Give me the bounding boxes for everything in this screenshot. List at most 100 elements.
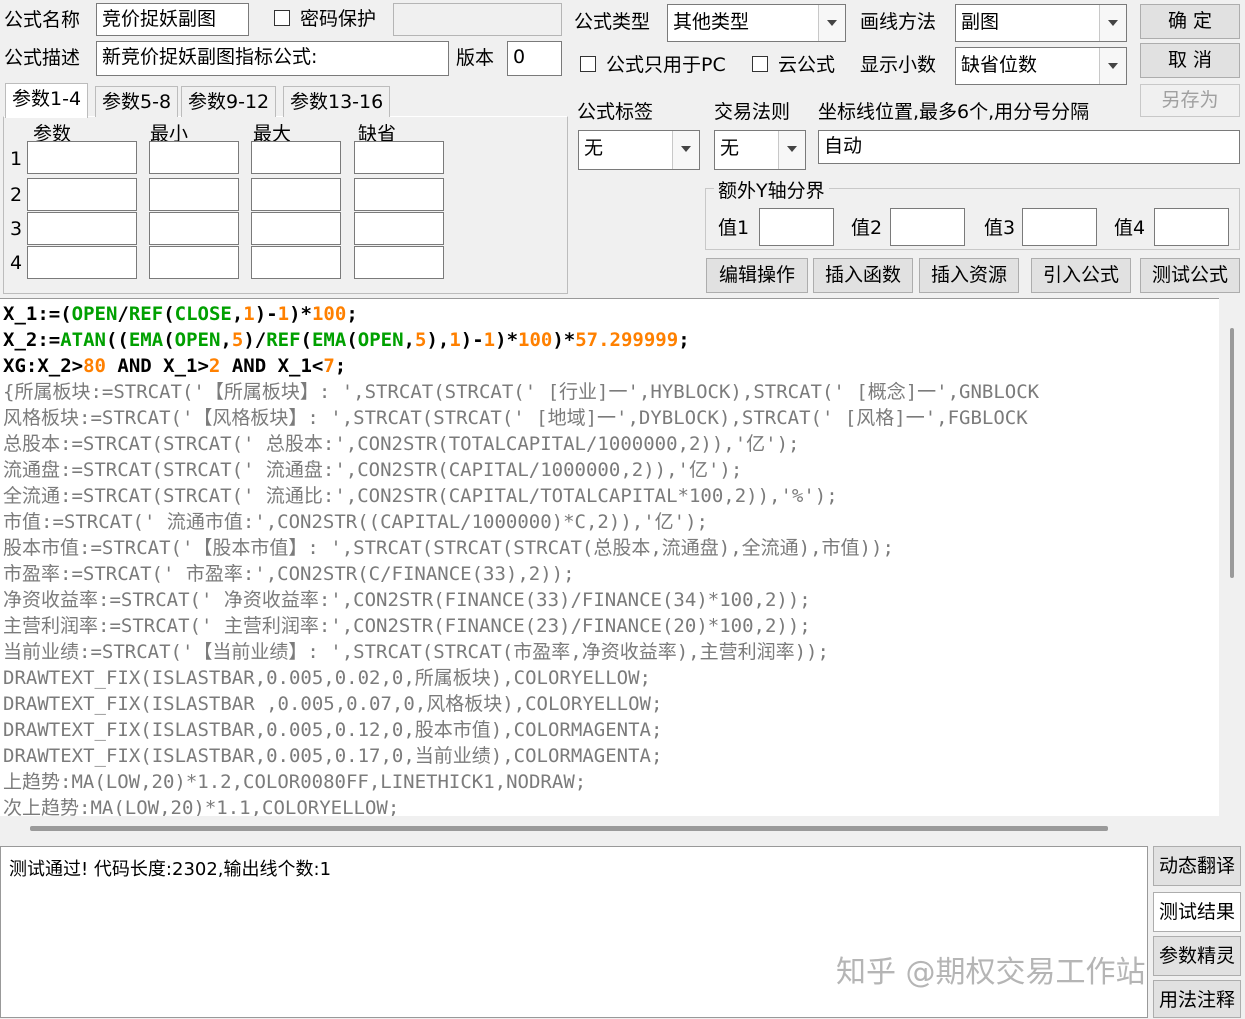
tab-params-1-4[interactable]: 参数1-4 [5,83,89,118]
ok-button[interactable]: 确 定 [1140,4,1240,39]
param1-default-input[interactable] [354,141,444,174]
code-line: 总股本:=STRCAT(STRCAT(' 总股本:',CON2STR(TOTAL… [3,433,800,455]
yaxis-value3-label: 值3 [984,217,1016,239]
param2-name-input[interactable] [27,178,137,211]
param4-default-input[interactable] [354,246,444,279]
decimals-label: 显示小数 [860,54,937,76]
param4-name-input[interactable] [27,246,137,279]
decimals-select[interactable]: 缺省位数 [955,47,1127,85]
cloud-label: 云公式 [778,54,836,76]
test-formula-button[interactable]: 测试公式 [1140,258,1240,293]
vertical-scroll-thumb[interactable] [1230,328,1234,578]
yaxis-value1-label: 值1 [718,217,750,239]
cancel-button[interactable]: 取 消 [1140,43,1240,78]
code-line: 市盈率:=STRCAT(' 市盈率:',CON2STR(C/FINANCE(33… [3,563,575,585]
code-line: X_2:=ATAN((EMA(OPEN,5)/REF(EMA(OPEN,5),1… [3,329,690,351]
save-as-button[interactable]: 另存为 [1140,84,1240,117]
code-line: X_1:=(OPEN/REF(CLOSE,1)-1)*100; [3,303,358,325]
param2-min-input[interactable] [149,178,239,211]
code-line: 上趋势:MA(LOW,20)*1.2,COLOR0080FF,LINETHICK… [3,771,587,793]
password-input[interactable] [393,3,562,36]
param1-max-input[interactable] [251,141,341,174]
yaxis-value2-label: 值2 [851,217,883,239]
yaxis-value1-input[interactable] [759,208,834,246]
yaxis-value4-input[interactable] [1154,208,1229,246]
code-line: 全流通:=STRCAT(STRCAT(' 流通比:',CON2STR(CAPIT… [3,485,838,507]
tab-params-5-8[interactable]: 参数5-8 [95,86,179,117]
code-line: 当前业绩:=STRCAT('【当前业绩】: ',STRCAT(STRCAT(市盈… [3,641,829,663]
yaxis-group-label: 额外Y轴分界 [714,176,829,203]
param-wizard-button[interactable]: 参数精灵 [1153,936,1241,976]
chevron-down-icon [1099,48,1126,84]
param-row-number: 4 [10,252,23,274]
code-line: DRAWTEXT_FIX(ISLASTBAR,0.005,0.02,0,所属板块… [3,667,651,689]
param2-max-input[interactable] [251,178,341,211]
test-output-text: 测试通过! 代码长度:2302,输出线个数:1 [9,859,332,880]
dynamic-translate-button[interactable]: 动态翻译 [1153,846,1241,886]
tab-params-13-16[interactable]: 参数13-16 [283,86,391,117]
draw-method-label: 画线方法 [860,11,937,33]
version-label: 版本 [456,47,495,69]
param-row-number: 1 [10,148,23,170]
version-input[interactable]: 0 [507,41,562,76]
param3-max-input[interactable] [251,212,341,245]
code-line: 流通盘:=STRCAT(STRCAT(' 流通盘:',CON2STR(CAPIT… [3,459,743,481]
formula-tag-select[interactable]: 无 [578,130,700,170]
code-line: 净资收益率:=STRCAT(' 净资收益率:',CON2STR(FINANCE(… [3,589,811,611]
insert-resource-button[interactable]: 插入资源 [919,258,1019,293]
trade-rule-label: 交易法则 [714,101,791,123]
param3-name-input[interactable] [27,212,137,245]
code-line: 风格板块:=STRCAT('【风格板块】: ',STRCAT(STRCAT(' … [3,407,1028,429]
yaxis-value3-input[interactable] [1022,208,1097,246]
code-line: XG:X_2>80 AND X_1>2 AND X_1<7; [3,355,347,377]
insert-function-button[interactable]: 插入函数 [813,258,913,293]
param3-default-input[interactable] [354,212,444,245]
formula-type-select[interactable]: 其他类型 [667,4,846,42]
param3-min-input[interactable] [149,212,239,245]
decimals-value: 缺省位数 [961,54,1038,76]
code-line: DRAWTEXT_FIX(ISLASTBAR,0.005,0.12,0,股本市值… [3,719,663,741]
param4-min-input[interactable] [149,246,239,279]
test-output-panel[interactable]: 测试通过! 代码长度:2302,输出线个数:1 [0,846,1148,1018]
password-checkbox[interactable] [274,10,290,26]
formula-tag-value: 无 [584,137,604,159]
param2-default-input[interactable] [354,178,444,211]
import-formula-button[interactable]: 引入公式 [1031,258,1131,293]
tab-params-9-12[interactable]: 参数9-12 [181,86,277,117]
trade-rule-value: 无 [720,137,740,159]
horizontal-scrollbar[interactable] [0,816,1219,840]
code-editor[interactable]: X_1:=(OPEN/REF(CLOSE,1)-1)*100; X_2:=ATAN… [0,298,1219,817]
usage-notes-button[interactable]: 用法注释 [1153,980,1241,1018]
formula-desc-label: 公式描述 [4,47,81,69]
chevron-down-icon [778,131,805,169]
watermark: 知乎 @期权交易工作站 [836,955,1146,990]
formula-type-label: 公式类型 [574,11,651,33]
param1-min-input[interactable] [149,141,239,174]
pc-only-label: 公式只用于PC [606,54,726,76]
code-line: DRAWTEXT_FIX(ISLASTBAR ,0.005,0.07,0,风格板… [3,693,663,715]
code-line: 主营利润率:=STRCAT(' 主营利润率:',CON2STR(FINANCE(… [3,615,811,637]
formula-desc-input[interactable]: 新竞价捉妖副图指标公式: [96,41,449,76]
yaxis-value2-input[interactable] [890,208,965,246]
code-line: 次上趋势:MA(LOW,20)*1.1,COLORYELLOW; [3,797,400,817]
vertical-scrollbar[interactable] [1219,298,1245,816]
param-row-number: 2 [10,184,23,206]
horizontal-scroll-thumb[interactable] [30,826,1108,831]
formula-name-input[interactable]: 竞价捉妖副图 [96,3,249,36]
code-line: 股本市值:=STRCAT('【股本市值】: ',STRCAT(STRCAT(ST… [3,537,894,559]
axis-position-input[interactable]: 自动 [818,130,1240,164]
draw-method-select[interactable]: 副图 [955,4,1127,42]
code-line: 市值:=STRCAT(' 流通市值:',CON2STR((CAPITAL/100… [3,511,708,533]
formula-name-label: 公式名称 [4,9,81,31]
test-result-button[interactable]: 测试结果 [1153,892,1241,932]
draw-method-value: 副图 [961,11,1000,33]
trade-rule-select[interactable]: 无 [714,130,806,170]
chevron-down-icon [1099,5,1126,41]
edit-ops-button[interactable]: 编辑操作 [706,258,808,293]
cloud-checkbox[interactable] [752,56,768,72]
chevron-down-icon [818,5,845,41]
param4-max-input[interactable] [251,246,341,279]
formula-tag-label: 公式标签 [577,101,654,123]
param1-name-input[interactable] [27,141,137,174]
pc-only-checkbox[interactable] [580,56,596,72]
